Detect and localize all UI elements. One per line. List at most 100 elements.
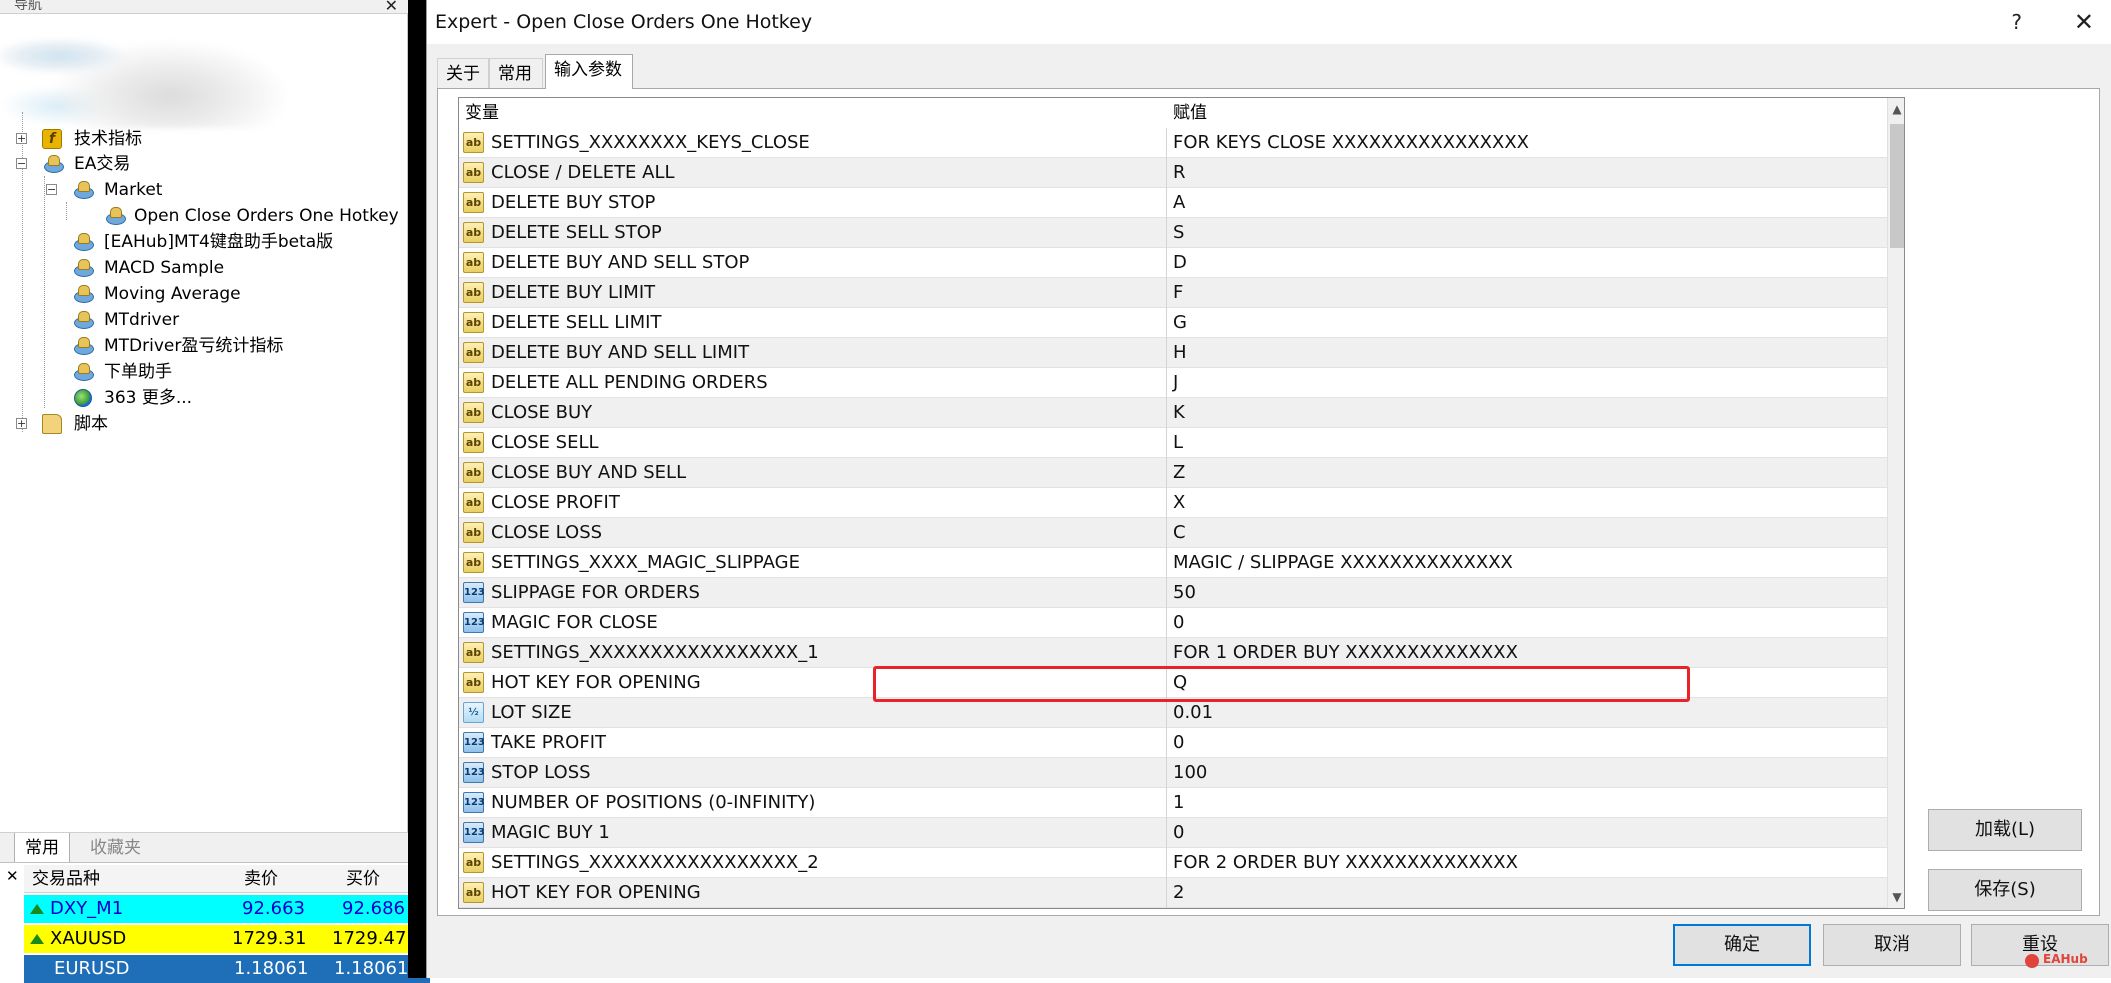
- scroll-down-icon[interactable]: ▼: [1888, 886, 1904, 908]
- param-row[interactable]: 123 MAGIC FOR CLOSE 0: [459, 608, 1887, 638]
- param-value-cell[interactable]: MAGIC / SLIPPAGE XXXXXXXXXXXXXX: [1167, 548, 1887, 578]
- help-icon[interactable]: ?: [2011, 0, 2022, 44]
- market-row-xauusd[interactable]: XAUUSD 1729.31 1729.47: [24, 925, 430, 953]
- param-value-cell[interactable]: R: [1167, 158, 1887, 188]
- param-row[interactable]: ab HOT KEY FOR OPENING Q: [459, 668, 1887, 698]
- market-watch-close-icon[interactable]: ✕: [6, 867, 19, 885]
- col-bid[interactable]: 卖价: [244, 865, 278, 893]
- param-value-cell[interactable]: J: [1167, 368, 1887, 398]
- param-value-cell[interactable]: Z: [1167, 458, 1887, 488]
- expand-icon[interactable]: +: [16, 418, 27, 429]
- market-row-dxy[interactable]: DXY_M1 92.663 92.686: [24, 895, 430, 923]
- market-watch-panel: ✕ 交易品种 卖价 买价 DXY_M1 92.663 92.686 XAUUSD…: [0, 862, 430, 983]
- param-row[interactable]: ab DELETE SELL STOP S: [459, 218, 1887, 248]
- param-value-cell[interactable]: 2: [1167, 878, 1887, 908]
- param-row[interactable]: ab DELETE BUY AND SELL LIMIT H: [459, 338, 1887, 368]
- param-variable-name: SETTINGS_XXXXXXXXXXXXXXXXX_1: [491, 642, 819, 663]
- param-row[interactable]: ab SETTINGS_XXXX_MAGIC_SLIPPAGE MAGIC / SL…: [459, 548, 1887, 578]
- param-value-cell[interactable]: 50: [1167, 578, 1887, 608]
- param-row[interactable]: 123 SLIPPAGE FOR ORDERS 50: [459, 578, 1887, 608]
- param-row[interactable]: ab DELETE ALL PENDING ORDERS J: [459, 368, 1887, 398]
- scroll-up-icon[interactable]: ▲: [1888, 98, 1904, 120]
- param-row[interactable]: ab DELETE BUY AND SELL STOP D: [459, 248, 1887, 278]
- expand-icon[interactable]: +: [16, 133, 27, 144]
- param-row[interactable]: ab SETTINGS_XXXXXXXX_KEYS_CLOSE FOR KEYS C…: [459, 128, 1887, 158]
- param-row[interactable]: 123 TAKE PROFIT 0: [459, 728, 1887, 758]
- collapse-icon[interactable]: −: [46, 184, 57, 195]
- col-ask[interactable]: 买价: [346, 865, 380, 893]
- string-type-icon: ab: [463, 342, 484, 363]
- param-value-cell[interactable]: Q: [1167, 668, 1887, 698]
- tab-about[interactable]: 关于: [437, 58, 489, 88]
- tab-common[interactable]: 常用: [489, 58, 543, 88]
- dialog-titlebar: Expert - Open Close Orders One Hotkey ? …: [427, 0, 2111, 44]
- param-row[interactable]: ab HOT KEY FOR OPENING 2: [459, 878, 1887, 908]
- param-row[interactable]: ab CLOSE / DELETE ALL R: [459, 158, 1887, 188]
- param-row[interactable]: ab CLOSE BUY AND SELL Z: [459, 458, 1887, 488]
- param-row[interactable]: ab SETTINGS_XXXXXXXXXXXXXXXXX_2 FOR 2 ORDE…: [459, 848, 1887, 878]
- collapse-icon[interactable]: −: [16, 158, 27, 169]
- param-row[interactable]: ab SETTINGS_XXXXXXXXXXXXXXXXX_1 FOR 1 ORDE…: [459, 638, 1887, 668]
- param-value-cell[interactable]: D: [1167, 248, 1887, 278]
- market-row-eurusd[interactable]: EURUSD 1.18061 1.18061: [24, 955, 430, 983]
- ask-price: 92.686: [342, 898, 405, 919]
- param-value-cell[interactable]: 100: [1167, 758, 1887, 788]
- param-row[interactable]: ab DELETE SELL LIMIT G: [459, 308, 1887, 338]
- col-symbol[interactable]: 交易品种: [32, 865, 100, 893]
- param-row[interactable]: ab CLOSE BUY K: [459, 398, 1887, 428]
- param-value-cell[interactable]: X: [1167, 488, 1887, 518]
- param-value-cell[interactable]: K: [1167, 398, 1887, 428]
- param-value-cell[interactable]: FOR KEYS CLOSE XXXXXXXXXXXXXXXX: [1167, 128, 1887, 158]
- save-button[interactable]: 保存(S): [1928, 869, 2082, 911]
- tab-common[interactable]: 常用: [14, 833, 70, 863]
- param-row[interactable]: 123 MAGIC BUY 1 0: [459, 818, 1887, 848]
- param-row[interactable]: ab DELETE BUY LIMIT F: [459, 278, 1887, 308]
- param-value-cell[interactable]: S: [1167, 218, 1887, 248]
- tree-item-label: 363 更多...: [104, 388, 193, 408]
- param-value-cell[interactable]: A: [1167, 188, 1887, 218]
- param-value-cell[interactable]: 0: [1167, 728, 1887, 758]
- inputs-grid: 变量 赋值 ab SETTINGS_XXXXXXXX_KEYS_CLOSE FOR …: [458, 97, 1905, 909]
- param-variable-name: CLOSE / DELETE ALL: [491, 162, 675, 183]
- load-button[interactable]: 加载(L): [1928, 809, 2082, 851]
- cancel-button[interactable]: 取消: [1823, 924, 1961, 966]
- param-row[interactable]: 123 STOP LOSS 100: [459, 758, 1887, 788]
- param-value-cell[interactable]: H: [1167, 338, 1887, 368]
- param-variable-name: SETTINGS_XXXXXXXX_KEYS_CLOSE: [491, 132, 810, 153]
- close-icon[interactable]: ✕: [2074, 0, 2094, 44]
- param-value: X: [1173, 492, 1186, 513]
- param-row[interactable]: ab CLOSE PROFIT X: [459, 488, 1887, 518]
- param-value-cell[interactable]: C: [1167, 518, 1887, 548]
- param-row[interactable]: ½ LOT SIZE 0.01: [459, 698, 1887, 728]
- grid-scrollbar[interactable]: ▲ ▼: [1887, 98, 1904, 908]
- param-value-cell[interactable]: FOR 2 ORDER BUY XXXXXXXXXXXXXX: [1167, 848, 1887, 878]
- param-row[interactable]: ab CLOSE SELL L: [459, 428, 1887, 458]
- scroll-thumb[interactable]: [1890, 124, 1904, 248]
- param-variable-cell: 123 MAGIC FOR CLOSE: [459, 608, 1167, 638]
- param-value: J: [1173, 372, 1179, 393]
- param-value-cell[interactable]: F: [1167, 278, 1887, 308]
- col-variable[interactable]: 变量: [459, 98, 499, 128]
- param-value: 0.01: [1173, 702, 1214, 723]
- param-row[interactable]: 123 NUMBER OF POSITIONS (0-INFINITY) 1: [459, 788, 1887, 818]
- ok-button[interactable]: 确定: [1673, 924, 1811, 966]
- param-value-cell[interactable]: 1: [1167, 788, 1887, 818]
- watermark-logo-icon: [2025, 954, 2039, 968]
- param-value-cell[interactable]: FOR 1 ORDER BUY XXXXXXXXXXXXXX: [1167, 638, 1887, 668]
- param-value-cell[interactable]: 0.01: [1167, 698, 1887, 728]
- param-value-cell[interactable]: 0: [1167, 818, 1887, 848]
- string-type-icon: ab: [463, 222, 484, 243]
- reset-button[interactable]: 重设: [1971, 924, 2109, 966]
- param-variable-name: CLOSE PROFIT: [491, 492, 620, 513]
- param-value-cell[interactable]: G: [1167, 308, 1887, 338]
- navigator-close-icon[interactable]: ✕: [385, 0, 398, 15]
- tab-inputs[interactable]: 输入参数: [545, 54, 633, 89]
- chart-area[interactable]: [408, 0, 426, 978]
- tab-favorites[interactable]: 收藏夹: [80, 833, 151, 863]
- param-value-cell[interactable]: 0: [1167, 608, 1887, 638]
- param-value-cell[interactable]: L: [1167, 428, 1887, 458]
- param-row[interactable]: ab CLOSE LOSS C: [459, 518, 1887, 548]
- col-value[interactable]: 赋值: [1167, 98, 1207, 128]
- param-value: R: [1173, 162, 1186, 183]
- param-row[interactable]: ab DELETE BUY STOP A: [459, 188, 1887, 218]
